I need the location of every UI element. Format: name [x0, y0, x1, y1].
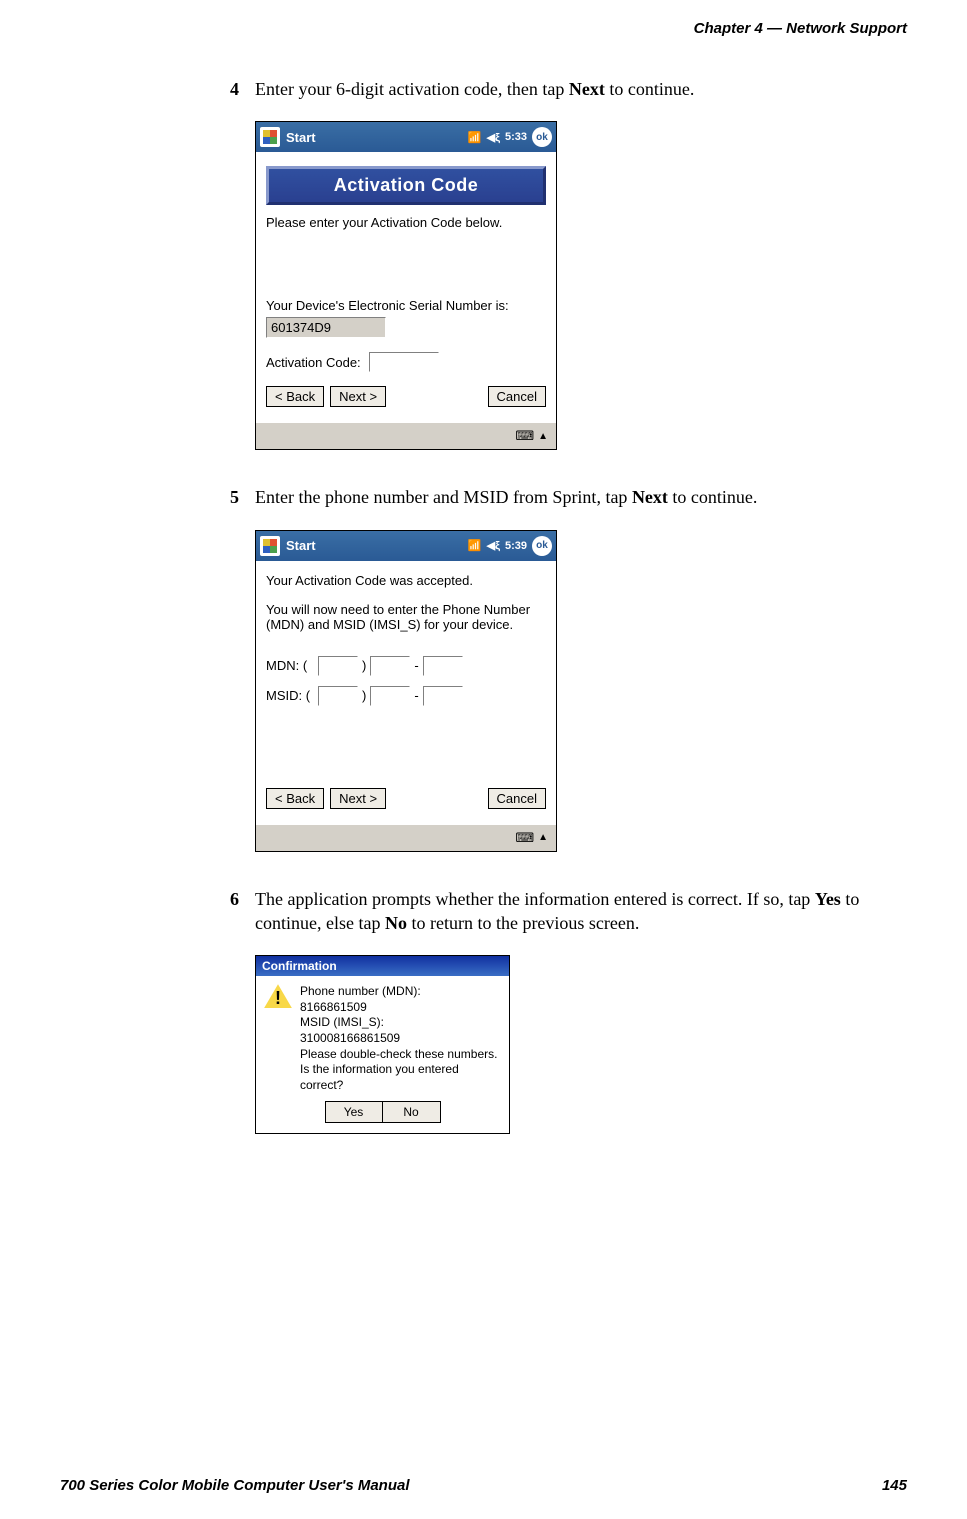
page-footer: 700 Series Color Mobile Computer User's …: [60, 1477, 907, 1494]
cancel-button-1[interactable]: Cancel: [488, 386, 546, 407]
ok-button-1[interactable]: ok: [532, 127, 552, 147]
page-number: 145: [882, 1477, 907, 1494]
dialog-text: Phone number (MDN): 8166861509 MSID (IMS…: [300, 984, 501, 1093]
start-label-2[interactable]: Start: [286, 538, 316, 553]
titlebar-1: Start 📶 ◀ξ 5:33 ok: [256, 122, 556, 152]
mdn-area-input[interactable]: [318, 656, 358, 676]
activation-code-label: Activation Code:: [266, 355, 361, 370]
step-4-text: Enter your 6-digit activation code, then…: [255, 77, 694, 101]
speaker-icon-2: ◀ξ: [487, 539, 500, 552]
activation-prompt: Please enter your Activation Code below.: [266, 215, 546, 230]
esn-value: 601374D9: [266, 317, 386, 338]
accepted-msg: Your Activation Code was accepted.: [266, 573, 546, 588]
mdn-row: MDN: ( ) -: [266, 656, 546, 676]
no-button[interactable]: No: [383, 1101, 441, 1123]
step-5-num: 5: [230, 485, 255, 509]
enter-msg: You will now need to enter the Phone Num…: [266, 602, 546, 632]
status-icons-2: 📶 ◀ξ 5:39: [468, 539, 527, 552]
signal-icon: 📶: [468, 131, 482, 144]
msid-label: MSID: (: [266, 688, 314, 703]
start-flag-icon[interactable]: [260, 127, 280, 147]
confirmation-dialog: Confirmation Phone number (MDN): 8166861…: [255, 955, 510, 1134]
yes-button[interactable]: Yes: [325, 1101, 383, 1123]
bottombar-1: ⌨ ▲: [256, 423, 556, 449]
screenshot-2: Start 📶 ◀ξ 5:39 ok Your Activation Code …: [255, 530, 557, 852]
esn-label: Your Device's Electronic Serial Number i…: [266, 298, 546, 313]
mdn-label: MDN: (: [266, 658, 314, 673]
clock-1: 5:33: [505, 131, 527, 143]
step-5-text: Enter the phone number and MSID from Spr…: [255, 485, 757, 509]
screenshot-1: Start 📶 ◀ξ 5:33 ok Activation Code Pleas…: [255, 121, 557, 450]
start-label[interactable]: Start: [286, 130, 316, 145]
titlebar-2: Start 📶 ◀ξ 5:39 ok: [256, 531, 556, 561]
back-button-1[interactable]: < Back: [266, 386, 324, 407]
step-6-num: 6: [230, 887, 255, 936]
step-6: 6 The application prompts whether the in…: [230, 887, 877, 936]
keyboard-icon-2[interactable]: ⌨: [515, 830, 534, 846]
cancel-button-2[interactable]: Cancel: [488, 788, 546, 809]
ok-button-2[interactable]: ok: [532, 536, 552, 556]
keyboard-icon[interactable]: ⌨: [515, 428, 534, 444]
step-4: 4 Enter your 6-digit activation code, th…: [230, 77, 877, 101]
next-button-2[interactable]: Next >: [330, 788, 386, 809]
start-flag-icon-2[interactable]: [260, 536, 280, 556]
dialog-title: Confirmation: [256, 956, 509, 976]
page-header: Chapter 4 — Network Support: [60, 20, 907, 37]
status-icons-1: 📶 ◀ξ 5:33: [468, 131, 527, 144]
msid-prefix-input[interactable]: [370, 686, 410, 706]
signal-icon-2: 📶: [468, 539, 482, 552]
msid-line-input[interactable]: [423, 686, 463, 706]
sip-arrow-icon[interactable]: ▲: [538, 431, 548, 442]
warning-icon: [264, 984, 292, 1008]
mdn-line-input[interactable]: [423, 656, 463, 676]
step-4-num: 4: [230, 77, 255, 101]
mdn-prefix-input[interactable]: [370, 656, 410, 676]
msid-row: MSID: ( ) -: [266, 686, 546, 706]
back-button-2[interactable]: < Back: [266, 788, 324, 809]
sip-arrow-icon-2[interactable]: ▲: [538, 832, 548, 843]
step-5: 5 Enter the phone number and MSID from S…: [230, 485, 877, 509]
manual-title: 700 Series Color Mobile Computer User's …: [60, 1477, 410, 1494]
clock-2: 5:39: [505, 540, 527, 552]
msid-area-input[interactable]: [318, 686, 358, 706]
chapter-title: Network Support: [786, 20, 907, 37]
bottombar-2: ⌨ ▲: [256, 825, 556, 851]
next-button-1[interactable]: Next >: [330, 386, 386, 407]
activation-banner: Activation Code: [266, 166, 546, 205]
activation-code-input[interactable]: [369, 352, 439, 372]
chapter-label: Chapter 4: [694, 20, 763, 37]
speaker-icon: ◀ξ: [487, 131, 500, 144]
step-6-text: The application prompts whether the info…: [255, 887, 877, 936]
header-sep: —: [763, 20, 786, 37]
